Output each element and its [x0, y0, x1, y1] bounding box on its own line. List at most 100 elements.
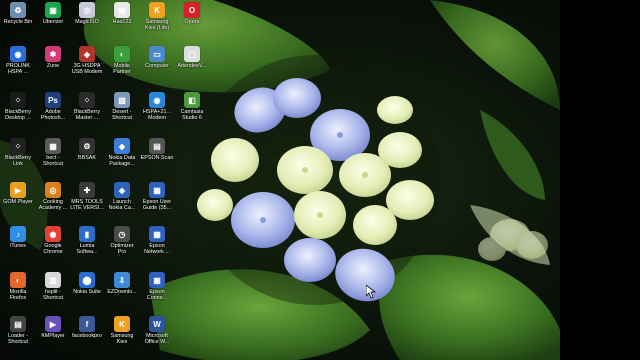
desktop-icon[interactable]: ⁘ BlackBerry Master ...	[69, 92, 105, 126]
computer-icon: ▭	[149, 46, 165, 62]
hspa-modem-icon: ◉	[149, 92, 165, 108]
epson-scan-icon: ▤	[149, 138, 165, 154]
desktop-icon-label: Loader - Shortcut	[7, 333, 29, 345]
opera-icon: O	[184, 2, 200, 18]
desktop-icon-label: GOM Player	[3, 199, 33, 205]
desktop-icon-label: EZDownlo...	[107, 289, 137, 295]
cooking-academy-icon: ◎	[45, 182, 61, 198]
desktop-icon[interactable]: ✚ MRS TOOLS LITE VERSI...	[69, 182, 105, 216]
desktop-icon-label: EPSON Scan	[140, 155, 174, 161]
desktop-icon-label: HSPA+21... Modem	[143, 109, 171, 121]
desktop-icon[interactable]: ◐ Mobile Partner	[104, 46, 140, 80]
itunes-icon: ♪	[10, 226, 26, 242]
desktop-icon-label: Zune	[46, 63, 60, 69]
desktop-icon[interactable]: ▣ Uberizer	[35, 2, 71, 36]
desktop-icon[interactable]: Ps Adobe Photosh...	[35, 92, 71, 126]
desktop-icon-label: Mobile Partner	[113, 63, 131, 75]
desktop-icon[interactable]: ⁘ BlackBerry Desktop ...	[0, 92, 36, 126]
desktop-icon[interactable]: f facebookpro	[69, 316, 105, 350]
desktop-icon[interactable]: ▤ EPSON Scan	[139, 138, 175, 172]
gom-player-icon: ▶	[10, 182, 26, 198]
desktop-icon-label: BBSAK	[78, 155, 96, 161]
hsplit-icon: ▥	[45, 272, 61, 288]
desktop-icon[interactable]: K Samsung Kies (Lite)	[139, 2, 175, 36]
photoshop-icon: Ps	[45, 92, 61, 108]
desktop-icon[interactable]: ▨ Desert - Shortcut	[104, 92, 140, 126]
desktop-icon[interactable]: ◉ HSPA+21... Modem	[139, 92, 175, 126]
word-icon: W	[149, 316, 165, 332]
desktop-icon[interactable]: ◷ Optimizer Pro	[104, 226, 140, 260]
desktop-icon-label: AttendeeV...	[177, 63, 207, 69]
desktop-icon-label: Epson Network ...	[144, 243, 170, 255]
desktop-icon-label: BlackBerry Master ...	[73, 109, 101, 121]
screen-right-border	[560, 0, 640, 360]
zune-icon: ✱	[45, 46, 61, 62]
desktop-icon-label: Uberizer	[42, 19, 64, 25]
desktop-icon-label: MagicISO	[75, 19, 99, 25]
desktop-icon[interactable]: ▤ Loader - Shortcut	[0, 316, 36, 350]
hao123-icon: ▤	[114, 2, 130, 18]
desktop-icon-label: Recycle Bin	[3, 19, 33, 25]
blackberry-master-icon: ⁘	[79, 92, 95, 108]
desktop-icon[interactable]: ⬤ Nokia Suite	[69, 272, 105, 306]
kmplayer-icon: ▶	[45, 316, 61, 332]
desktop-icon[interactable]: ◉ PROLINK HSPA ...	[0, 46, 36, 80]
desktop-icon[interactable]: ✱ Zune	[35, 46, 71, 80]
attendee-icon: ▢	[184, 46, 200, 62]
desktop-icon[interactable]: ▦ bect - Shortcut	[35, 138, 71, 172]
facebook-icon: f	[79, 316, 95, 332]
desktop-icon[interactable]: ▭ Computer	[139, 46, 175, 80]
samsung-kies-icon: K	[114, 316, 130, 332]
desktop-icon-label: Hao123	[112, 19, 132, 25]
desktop-icon-label: Cooking Academy ...	[38, 199, 68, 211]
desktop-icon[interactable]: ◐ Mozilla Firefox	[0, 272, 36, 306]
desktop-icon[interactable]: ◎ MagicISO	[69, 2, 105, 36]
bect-icon: ▦	[45, 138, 61, 154]
desktop-icon-label: Lumia Softwa...	[76, 243, 98, 255]
desktop-icon[interactable]: ▤ Hao123	[104, 2, 140, 36]
desktop-icon-grid: ♻ Recycle Bin ◉ PROLINK HSPA ... ⁘ BlackBerry…	[0, 0, 210, 360]
desktop-icon[interactable]: ◎ Cooking Academy ...	[35, 182, 71, 216]
desktop-icon-label: hsplit - Shortcut	[42, 289, 64, 301]
desktop-icon[interactable]: ▥ hsplit - Shortcut	[35, 272, 71, 306]
desktop-icon[interactable]: ▦ Epson User Guide (35...	[139, 182, 175, 216]
desktop-icon[interactable]: ⇩ EZDownlo...	[104, 272, 140, 306]
desktop-icon[interactable]: W Microsoft Office W...	[139, 316, 175, 350]
desktop-icon[interactable]: ◈ 3G HSDPA USB Modem	[69, 46, 105, 80]
desktop-icon[interactable]: ⚙ BBSAK	[69, 138, 105, 172]
desktop-icon[interactable]: ▦ Epson Conne...	[139, 272, 175, 306]
camtasia-icon: ◧	[184, 92, 200, 108]
desktop-icon[interactable]: ▶ GOM Player	[0, 182, 36, 216]
nokia-care-icon: ◈	[114, 182, 130, 198]
desktop-icon[interactable]: ▢ AttendeeV...	[174, 46, 210, 80]
desktop-icon[interactable]: ◈ Launch Nokia Ca...	[104, 182, 140, 216]
desktop-icon[interactable]: ♪ iTunes	[0, 226, 36, 260]
desktop-icon-label: facebookpro	[72, 333, 102, 339]
desktop-icon[interactable]: ◉ Google Chrome	[35, 226, 71, 260]
desktop-icon[interactable]: ⁘ BlackBerry Link	[0, 138, 36, 172]
blackberry-link-icon: ⁘	[10, 138, 26, 154]
desktop-icon-label: Epson Conne...	[146, 289, 168, 301]
desktop-icon[interactable]: ▦ Epson Network ...	[139, 226, 175, 260]
desktop-icon-label: PROLINK HSPA ...	[6, 63, 30, 75]
recycle-bin-icon: ♻	[10, 2, 26, 18]
desktop-icon-label: Desert - Shortcut	[111, 109, 133, 121]
chrome-icon: ◉	[45, 226, 61, 242]
desktop-icon[interactable]: ▶ KMPlayer	[35, 316, 71, 350]
desktop-icon[interactable]: ◧ Camtasia Studio 6	[174, 92, 210, 126]
mrs-tools-icon: ✚	[79, 182, 95, 198]
desktop-icon[interactable]: ▮ Lumia Softwa...	[69, 226, 105, 260]
desktop-icon[interactable]: K Samsung Kies	[104, 316, 140, 350]
globe-icon: ◉	[10, 46, 26, 62]
mobile-partner-icon: ◐	[114, 46, 130, 62]
desktop-icon[interactable]: ◆ Nokia Data Package...	[104, 138, 140, 172]
desktop-icon-label: Mozilla Firefox	[9, 289, 27, 301]
desktop-icon[interactable]: ♻ Recycle Bin	[0, 2, 36, 36]
desktop-icon-label: Optimizer Pro	[110, 243, 134, 255]
bbsak-icon: ⚙	[79, 138, 95, 154]
loader-icon: ▤	[10, 316, 26, 332]
desktop-icon[interactable]: O Opera	[174, 2, 210, 36]
desktop-icon-label: Nokia Data Package...	[108, 155, 136, 167]
desktop-icon-label: Samsung Kies (Lite)	[144, 19, 170, 31]
mouse-cursor-icon	[366, 285, 376, 299]
